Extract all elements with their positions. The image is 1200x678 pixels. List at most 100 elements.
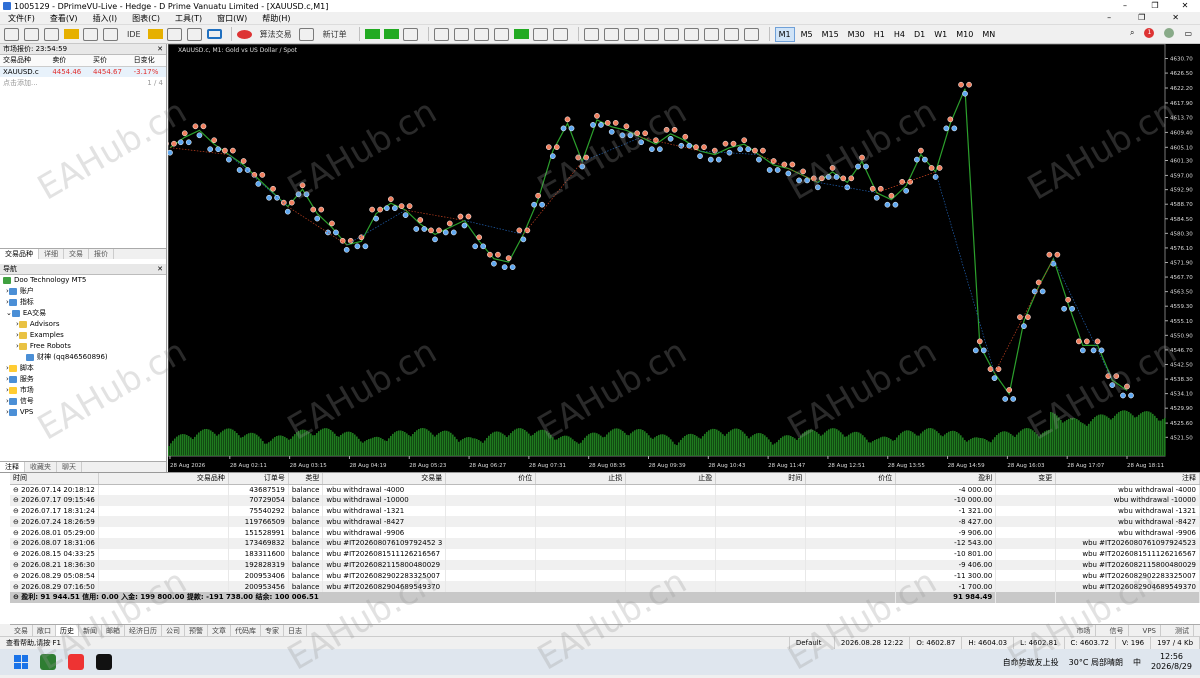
tab-trade[interactable]: 交易 [10, 625, 33, 636]
table-row[interactable]: ⊖ 2026.08.29 07:16:50 200953456 balance wbu… [10, 581, 1200, 592]
tab-trading[interactable]: 交易 [64, 249, 89, 259]
notification-icon[interactable]: 1 [1144, 28, 1155, 38]
tab-articles[interactable]: 文章 [208, 625, 231, 636]
grid-icon[interactable] [473, 27, 489, 41]
tab-history[interactable]: 历史 [56, 625, 79, 636]
nav-experts[interactable]: ⌄ EA交易 [0, 308, 166, 319]
menu-file[interactable]: 文件(F) [8, 13, 35, 24]
qq-icon[interactable] [96, 654, 112, 670]
signal-icon[interactable] [166, 27, 182, 41]
table-row[interactable]: ⊖ 2026.07.24 18:26:59 119766509 balance wbu… [10, 516, 1200, 528]
col-type[interactable]: 类型 [288, 473, 324, 485]
tf-d1[interactable]: D1 [911, 27, 928, 42]
data-window-icon[interactable] [64, 29, 79, 39]
col-ask[interactable]: 买价 [89, 55, 131, 67]
crosshair-icon[interactable] [603, 27, 619, 41]
table-row[interactable]: ⊖ 2026.07.17 18:31:24 75540292 balance wbu … [10, 505, 1200, 517]
status-profile[interactable]: Default [790, 636, 835, 650]
tab-experts[interactable]: 专家 [261, 625, 284, 636]
tf-h1[interactable]: H1 [871, 27, 888, 42]
navigator-icon[interactable] [83, 27, 98, 41]
windows-start-icon[interactable] [14, 655, 28, 669]
tf-h4[interactable]: H4 [891, 27, 908, 42]
tf-m15[interactable]: M15 [819, 27, 842, 42]
add-symbol[interactable]: 点击添加... [0, 77, 131, 88]
tab-symbols[interactable]: 交易品种 [0, 249, 39, 259]
tf-w1[interactable]: W1 [931, 27, 950, 42]
menu-help[interactable]: 帮助(H) [262, 13, 290, 24]
weather[interactable]: 30°C 局部晴朗 [1069, 657, 1123, 668]
price-chart[interactable]: 4630.70 4626.50 4622.20 4617.90 4613.70 4609.… [163, 43, 1200, 472]
nav-accounts[interactable]: › 账户 [0, 286, 166, 297]
nav-market[interactable]: › 市场 [0, 385, 166, 396]
child-restore-button[interactable]: ❐ [1138, 13, 1145, 22]
col-change[interactable]: 日变化 [130, 55, 166, 67]
nav-advisors[interactable]: › Advisors [0, 319, 166, 330]
nav-caishen[interactable]: 财神 (qq846560896) [0, 352, 166, 363]
tf-m30[interactable]: M30 [845, 27, 868, 42]
close-button[interactable]: ✕ [1170, 0, 1200, 12]
line-chart-icon[interactable] [402, 27, 418, 41]
table-row[interactable]: ⊖ 2026.07.14 20:18:12 43687519 balance wbu … [10, 484, 1200, 495]
account-icon[interactable] [1164, 28, 1175, 38]
chart-svg[interactable]: 4630.70 4626.50 4622.20 4617.90 4613.70 4609.… [163, 43, 1200, 472]
app-icon[interactable] [40, 654, 56, 670]
tf-m5[interactable]: M5 [798, 27, 816, 42]
layout-icon[interactable]: ▭ [1184, 29, 1192, 38]
table-row[interactable]: ⊖ 2026.07.17 09:15:46 70729054 balance wbu … [10, 494, 1200, 506]
news-ticker[interactable]: 自命势敢友上投 [1003, 657, 1059, 668]
indicators-icon[interactable] [532, 27, 548, 41]
autoscroll-icon[interactable] [493, 27, 509, 41]
maximize-button[interactable]: ❐ [1140, 0, 1170, 12]
tab-chat[interactable]: 聊天 [57, 462, 82, 472]
col-symbol[interactable]: 交易品种 [0, 55, 50, 67]
tab-calendar[interactable]: 经济日历 [125, 625, 162, 636]
text-icon[interactable] [723, 27, 739, 41]
tab-ticks[interactable]: 报价 [89, 249, 114, 259]
nav-vps[interactable]: › VPS [0, 407, 166, 418]
col-profit[interactable]: 盈利 [895, 473, 997, 485]
horizontal-line-icon[interactable] [643, 27, 659, 41]
search-icon[interactable]: ⌕ [1130, 28, 1134, 38]
tab-alerts[interactable]: 预警 [185, 625, 208, 636]
table-row[interactable]: ⊖ 2026.08.21 18:36:30 192828319 balance wbu… [10, 559, 1200, 571]
cursor-icon[interactable] [583, 27, 599, 41]
zoom-out-icon[interactable] [453, 27, 469, 41]
new-order-button[interactable]: 新订单 [319, 27, 351, 42]
table-row[interactable]: ⊖ 2026.08.07 18:31:06 173469832 balance wbu… [10, 537, 1200, 549]
profiles-icon[interactable] [24, 27, 39, 41]
tab-journal[interactable]: 日志 [284, 625, 307, 636]
tab-details[interactable]: 详细 [39, 249, 64, 259]
col-symbol[interactable]: 交易品种 [98, 473, 229, 485]
new-chart-icon[interactable] [4, 27, 19, 41]
tab-company[interactable]: 公司 [162, 625, 185, 636]
menu-view[interactable]: 查看(V) [50, 13, 78, 24]
col-change[interactable]: 变更 [995, 473, 1057, 485]
tf-m10[interactable]: M10 [953, 27, 976, 42]
nav-indicators[interactable]: › 指标 [0, 297, 166, 308]
menu-insert[interactable]: 插入(I) [93, 13, 118, 24]
market-watch-icon[interactable] [44, 27, 59, 41]
shapes-icon[interactable] [743, 27, 759, 41]
lock-icon[interactable] [147, 29, 163, 39]
child-minimize-button[interactable]: – [1107, 13, 1111, 22]
col-price[interactable]: 价位 [445, 473, 537, 485]
nav-services[interactable]: › 服务 [0, 374, 166, 385]
nav-scripts[interactable]: › 脚本 [0, 363, 166, 374]
col-ticket[interactable]: 订单号 [228, 473, 289, 485]
nav-signals[interactable]: › 信号 [0, 396, 166, 407]
col-volume[interactable]: 交易量 [322, 473, 447, 485]
tf-m1[interactable]: M1 [774, 26, 795, 42]
col-sl[interactable]: 止损 [535, 473, 627, 485]
table-row[interactable]: ⊖ 2026.08.01 05:29:00 151528991 balance wbu… [10, 527, 1200, 538]
nav-free-robots[interactable]: › Free Robots [0, 341, 166, 352]
nav-examples[interactable]: › Examples [0, 330, 166, 341]
fibonacci-icon[interactable] [703, 27, 719, 41]
ime-indicator[interactable]: 中 [1133, 657, 1141, 668]
symbol-row[interactable]: XAUUSD.c 4454.46 4454.67 -3.17% [0, 66, 166, 77]
table-row[interactable]: ⊖ 2026.08.29 05:08:54 200953406 balance wbu… [10, 570, 1200, 582]
screenshot-icon[interactable] [552, 27, 568, 41]
col-price2[interactable]: 价位 [805, 473, 897, 485]
trendline-icon[interactable] [663, 27, 679, 41]
cloud-icon[interactable] [186, 27, 202, 41]
